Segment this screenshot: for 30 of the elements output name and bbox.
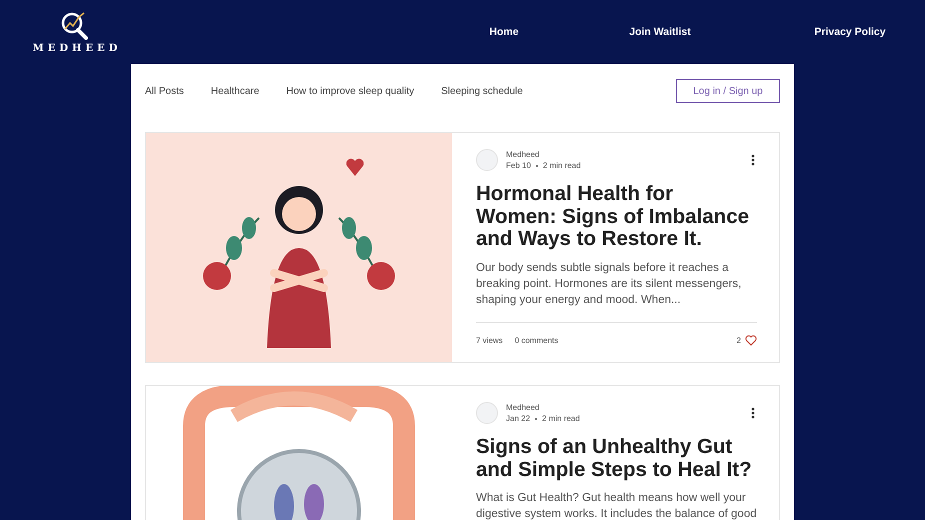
author-name: Medheed	[506, 150, 540, 159]
category-tab[interactable]: Healthcare	[210, 86, 260, 96]
read-time: 2 min read	[542, 414, 580, 423]
category-tab[interactable]: Sleeping schedule	[441, 86, 523, 96]
author-name: Medheed	[506, 403, 540, 412]
separator-dot-icon	[535, 418, 538, 420]
post-title[interactable]: Hormonal Health for Women: Signs of Imbalance and Ways to Restore It.	[476, 183, 757, 250]
read-time: 2 min read	[542, 161, 581, 170]
nav-link[interactable]: Join Waitlist	[605, 26, 715, 38]
category-tab[interactable]: How to improve sleep quality	[286, 86, 414, 96]
more-options-icon[interactable]	[749, 407, 757, 419]
logo-text: MEDHEED	[32, 42, 122, 54]
separator-dot-icon	[536, 164, 538, 166]
heart-icon[interactable]	[745, 334, 757, 346]
nav-link[interactable]: Privacy Policy	[805, 26, 895, 38]
more-options-icon[interactable]	[749, 154, 757, 166]
author-avatar	[476, 402, 498, 424]
category-tab[interactable]: All Posts	[145, 86, 184, 96]
magnifier-chart-icon	[60, 10, 90, 40]
login-button[interactable]: Log in / Sign up	[676, 79, 780, 103]
post-date: Feb 10	[506, 161, 531, 170]
like-count: 2	[736, 336, 741, 344]
post-date: Jan 22	[506, 414, 530, 423]
post-excerpt: What is Gut Health? Gut health means how well your digestive system works. It includes the balance of good	[476, 491, 757, 520]
view-count: 7 views	[476, 336, 503, 344]
post-excerpt: Our body sends subtle signals before it reaches a breaking point. Hormones are its silent messengers, shaping your energy and mood. When...	[476, 260, 742, 308]
author-avatar	[476, 149, 498, 171]
post-title[interactable]: Signs of an Unhealthy Gut and Simple Steps to Heal It?	[476, 436, 757, 481]
nav-link[interactable]: Home	[449, 26, 559, 38]
comment-count: 0 comments	[514, 336, 558, 344]
